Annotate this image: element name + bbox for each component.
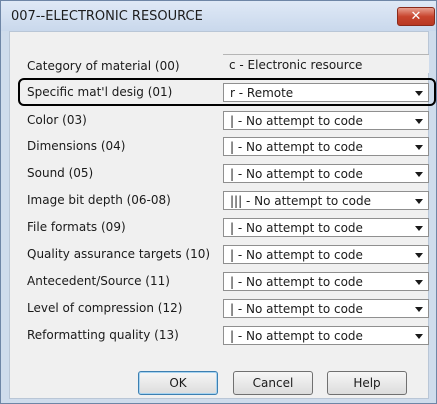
cancel-button[interactable]: Cancel [233, 371, 313, 395]
ok-button[interactable]: OK [138, 371, 218, 395]
dialog-title: 007--ELECTRONIC RESOURCE [11, 9, 203, 24]
help-button[interactable]: Help [327, 371, 407, 395]
chevron-down-icon [415, 119, 423, 124]
image-bit-depth-select[interactable]: ||| - No attempt to code [223, 191, 429, 210]
field-label-reformatting-quality: Reformatting quality (13) [27, 328, 179, 342]
dialog-window: 007--ELECTRONIC RESOURCE ✕ Category of m… [0, 0, 437, 404]
category-value: c - Electronic resource [229, 58, 363, 72]
field-label-category: Category of material (00) [27, 59, 180, 73]
chevron-down-icon [415, 145, 423, 150]
antecedent-source-select[interactable]: | - No attempt to code [223, 272, 429, 291]
field-label-antecedent-source: Antecedent/Source (11) [27, 274, 170, 288]
select-value: | - No attempt to code [230, 221, 363, 235]
title-bar[interactable]: 007--ELECTRONIC RESOURCE ✕ [1, 1, 436, 31]
chevron-down-icon [415, 253, 423, 258]
color-select[interactable]: | - No attempt to code [223, 111, 429, 130]
field-label-specific-matl-desig: Specific mat'l desig (01) [27, 85, 173, 99]
chevron-down-icon [415, 334, 423, 339]
select-value: r - Remote [230, 86, 294, 100]
reformatting-quality-select[interactable]: | - No attempt to code [223, 326, 429, 345]
select-value: | - No attempt to code [230, 275, 363, 289]
close-button[interactable]: ✕ [397, 7, 435, 26]
chevron-down-icon [415, 91, 423, 96]
field-label-color: Color (03) [27, 113, 87, 127]
level-of-compression-select[interactable]: | - No attempt to code [223, 299, 429, 318]
select-value: | - No attempt to code [230, 114, 363, 128]
select-value: | - No attempt to code [230, 248, 363, 262]
chevron-down-icon [415, 226, 423, 231]
dimensions-select[interactable]: | - No attempt to code [223, 137, 429, 156]
select-value: ||| - No attempt to code [230, 194, 371, 208]
chevron-down-icon [415, 280, 423, 285]
field-label-level-of-compression: Level of compression (12) [27, 301, 183, 315]
sound-select[interactable]: | - No attempt to code [223, 164, 429, 183]
specific-matl-desig-select[interactable]: r - Remote [223, 83, 429, 102]
chevron-down-icon [415, 199, 423, 204]
select-value: | - No attempt to code [230, 302, 363, 316]
file-formats-select[interactable]: | - No attempt to code [223, 218, 429, 237]
select-value: | - No attempt to code [230, 329, 363, 343]
chevron-down-icon [415, 307, 423, 312]
select-value: | - No attempt to code [230, 140, 363, 154]
quality-assurance-targets-select[interactable]: | - No attempt to code [223, 245, 429, 264]
field-label-quality-assurance-targets: Quality assurance targets (10) [27, 247, 211, 261]
close-icon: ✕ [410, 9, 422, 24]
category-value-box: c - Electronic resource [223, 54, 429, 73]
select-value: | - No attempt to code [230, 167, 363, 181]
field-label-sound: Sound (05) [27, 166, 94, 180]
field-label-file-formats: File formats (09) [27, 220, 126, 234]
field-label-dimensions: Dimensions (04) [27, 139, 126, 153]
chevron-down-icon [415, 172, 423, 177]
field-label-image-bit-depth: Image bit depth (06-08) [27, 193, 171, 207]
